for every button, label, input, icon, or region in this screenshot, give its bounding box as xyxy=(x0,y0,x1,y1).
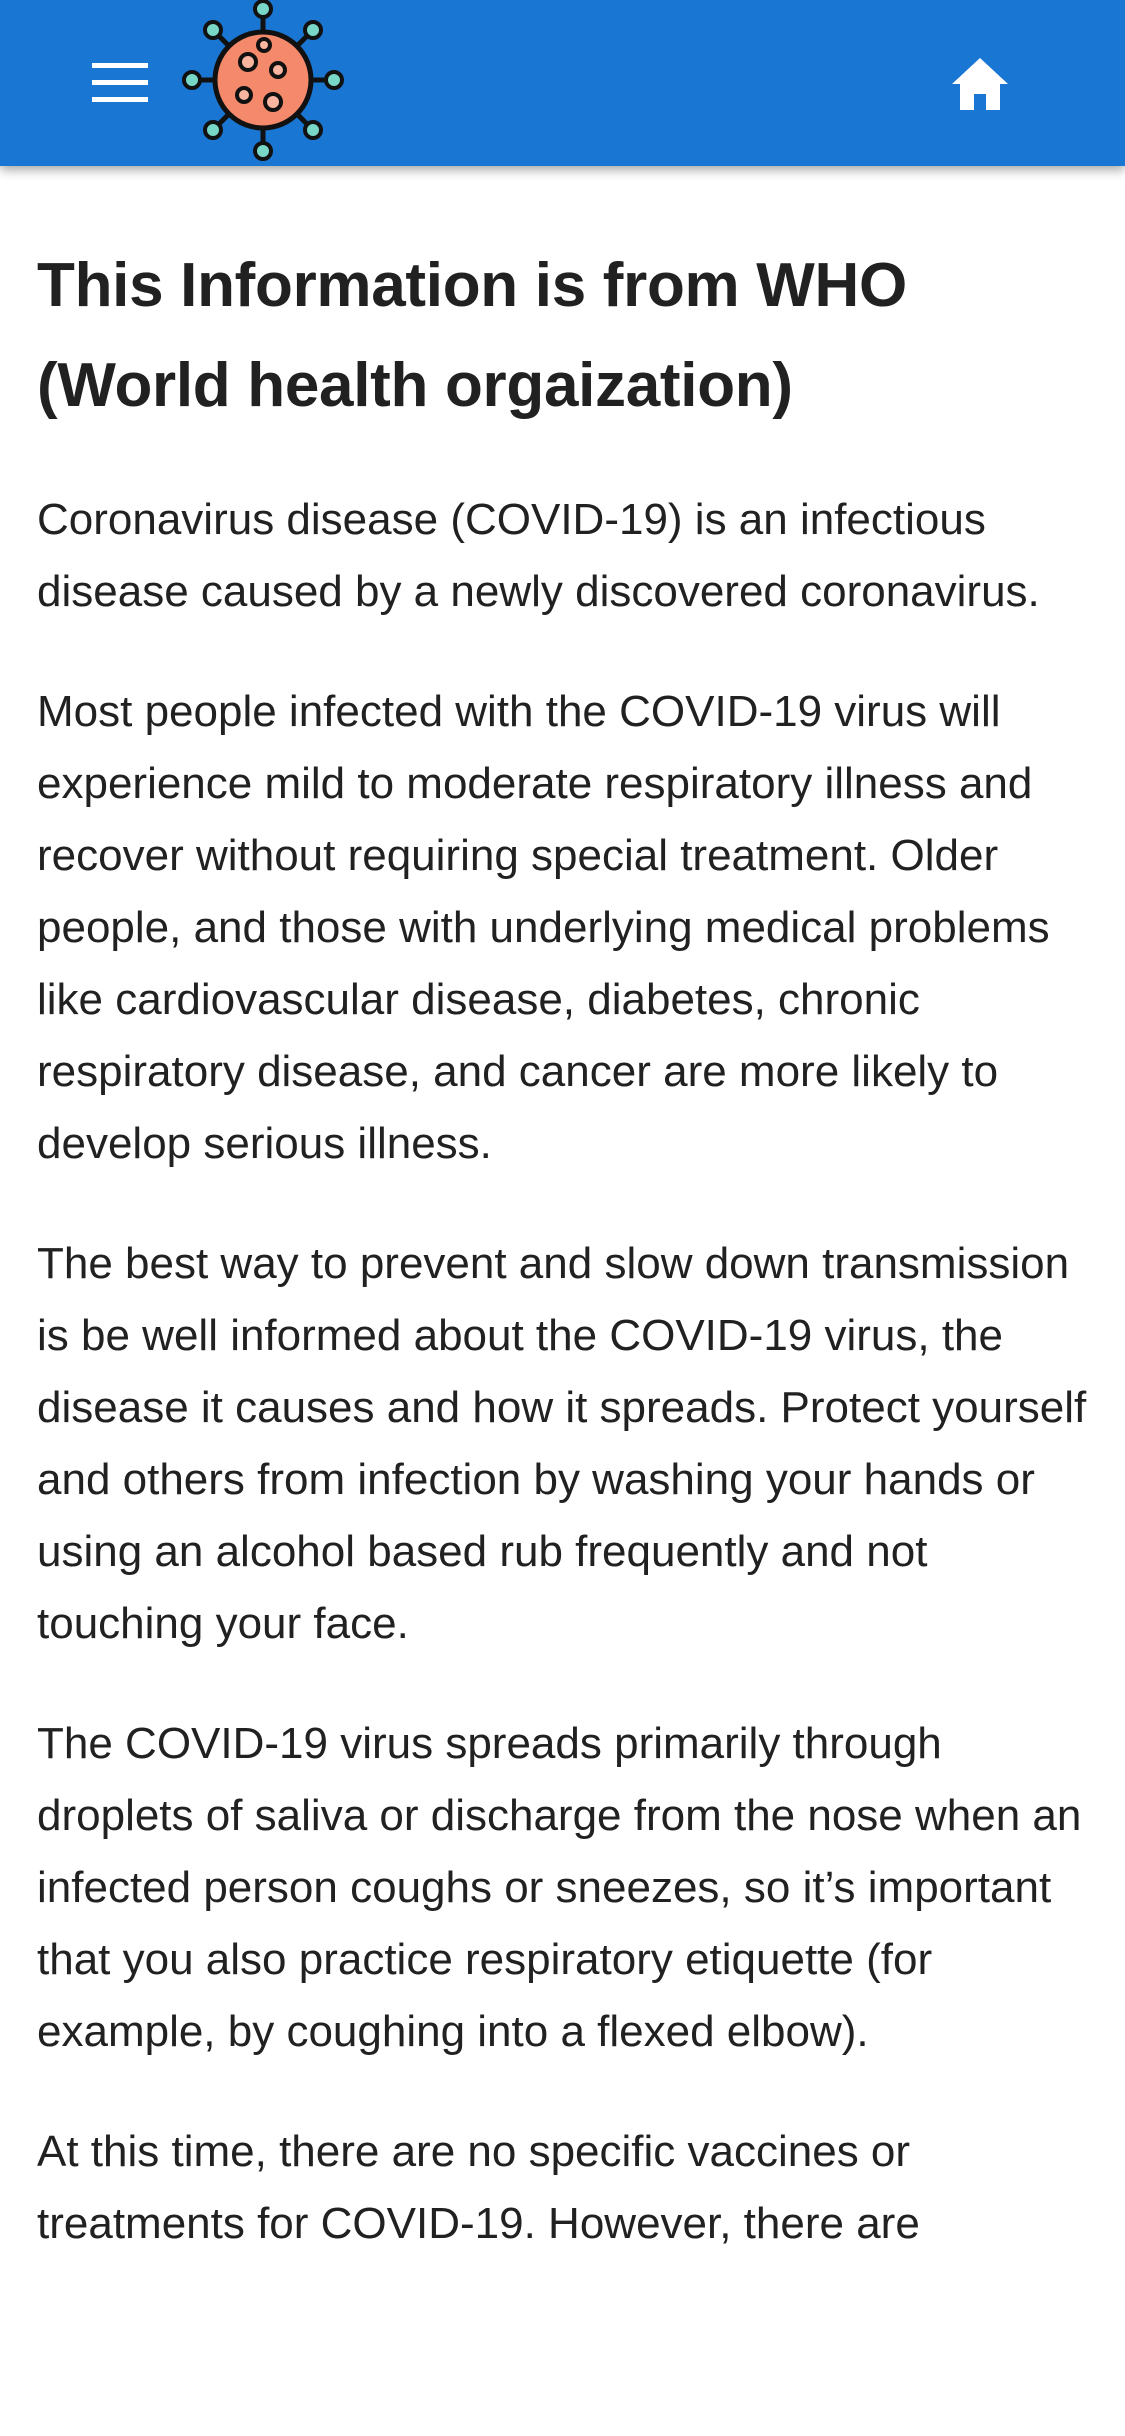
paragraph-covid-intro: Coronavirus disease (COVID-19) is an inf… xyxy=(37,495,1040,616)
hamburger-menu-icon xyxy=(92,63,148,102)
page-title: This Information is from WHO (World heal… xyxy=(37,251,907,420)
menu-button[interactable] xyxy=(80,52,160,114)
home-button[interactable] xyxy=(940,48,1020,120)
paragraph-transmission: The COVID-19 virus spreads primarily thr… xyxy=(37,1719,1082,2056)
home-icon xyxy=(952,58,1008,110)
paragraph-treatment: At this time, there are no specific vacc… xyxy=(37,2127,920,2248)
app-logo xyxy=(178,0,348,166)
paragraph-symptoms: Most people infected with the COVID-19 v… xyxy=(37,687,1050,1168)
coronavirus-logo-icon xyxy=(182,0,344,161)
paragraph-prevention: The best way to prevent and slow down tr… xyxy=(37,1239,1087,1648)
app-bar xyxy=(0,0,1125,166)
main-content: This Information is from WHO (World heal… xyxy=(37,236,1087,2308)
